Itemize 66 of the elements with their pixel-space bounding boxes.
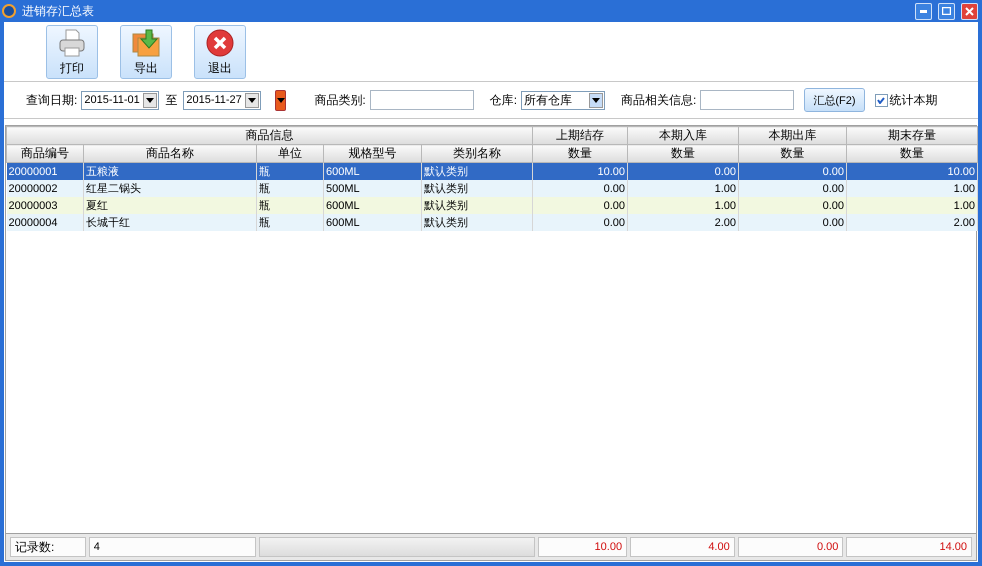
current-period-checkbox[interactable] [874,94,888,106]
column-header[interactable]: 规格型号 [324,144,422,162]
date-from-field[interactable]: 2015-11-01 [81,90,160,110]
exit-button[interactable]: 退出 [194,25,246,79]
table-row[interactable]: 20000001 五粮液 瓶 600ML 默认类别 10.00 0.00 0.00 10.00 [6,162,978,180]
export-button[interactable]: 导出 [120,25,172,79]
group-header: 本期入库 [628,126,739,144]
info-field[interactable] [700,90,794,110]
folder-arrow-icon [131,28,161,58]
summary-button[interactable]: 汇总(F2) [804,88,865,112]
total-value: 4.00 [630,537,735,557]
table-cell: 20000004 [6,214,84,231]
maximize-button[interactable] [938,2,955,20]
table-row[interactable]: 20000003 夏红 瓶 600ML 默认类别 0.00 1.00 0.00 1.00 [6,197,978,214]
table-cell: 600ML [324,214,422,231]
minimize-icon [920,10,927,12]
group-header: 商品信息 [6,126,533,144]
category-label: 商品类别: [314,92,366,108]
column-header[interactable]: 数量 [628,144,739,162]
dropdown-arrow-icon [276,98,285,102]
table-row[interactable]: 20000004 长城干红 瓶 600ML 默认类别 0.00 2.00 0.00 2.00 [6,214,978,231]
info-label: 商品相关信息: [621,92,696,108]
record-count-label: 记录数: [10,537,86,557]
column-header[interactable]: 单位 [256,144,324,162]
close-icon [965,6,974,16]
table-cell: 0.00 [532,214,628,231]
column-header[interactable]: 数量 [738,144,847,162]
column-header[interactable]: 数量 [846,144,978,162]
total-value: 14.00 [846,537,972,557]
current-period-label: 统计本期 [890,92,938,108]
dropdown-button[interactable] [275,90,286,110]
dropdown-arrow-icon [248,98,256,102]
window-title: 进销存汇总表 [22,2,95,20]
checkmark-icon [877,96,886,104]
group-header: 期末存量 [846,126,978,144]
total-value: 0.00 [738,537,844,557]
table-cell: 长城干红 [84,214,256,231]
date-to-field[interactable]: 2015-11-27 [183,90,262,110]
column-header[interactable]: 商品名称 [84,144,256,162]
group-header: 上期结存 [532,126,628,144]
warehouse-dropdown[interactable]: 所有仓库 [521,90,606,110]
date-label: 查询日期: [26,92,78,108]
warehouse-label: 仓库: [490,92,518,108]
table-cell: 2.00 [628,214,739,231]
column-header[interactable]: 类别名称 [422,144,533,162]
table-cell: 0.00 [738,214,847,231]
app-logo-icon [2,4,16,18]
column-header[interactable]: 数量 [532,144,628,162]
column-header[interactable]: 商品编号 [6,144,84,162]
printer-icon [57,28,87,58]
table-cell: 2.00 [846,214,978,231]
table-row[interactable]: 20000002 红星二锅头 瓶 500ML 默认类别 0.00 1.00 0.00 1.00 [6,180,978,197]
table-cell: 默认类别 [422,214,533,231]
print-button[interactable]: 打印 [46,25,98,79]
record-count: 4 [88,537,256,557]
group-header: 本期出库 [738,126,847,144]
maximize-icon [942,7,951,15]
total-value: 10.00 [538,537,628,557]
category-field[interactable] [370,90,474,110]
close-icon [205,28,235,58]
dropdown-arrow-icon [592,98,600,102]
to-label: 至 [165,92,178,108]
table-cell: 瓶 [256,214,324,231]
dropdown-arrow-icon [146,98,154,102]
close-button[interactable] [961,2,978,20]
minimize-button[interactable] [915,2,932,20]
